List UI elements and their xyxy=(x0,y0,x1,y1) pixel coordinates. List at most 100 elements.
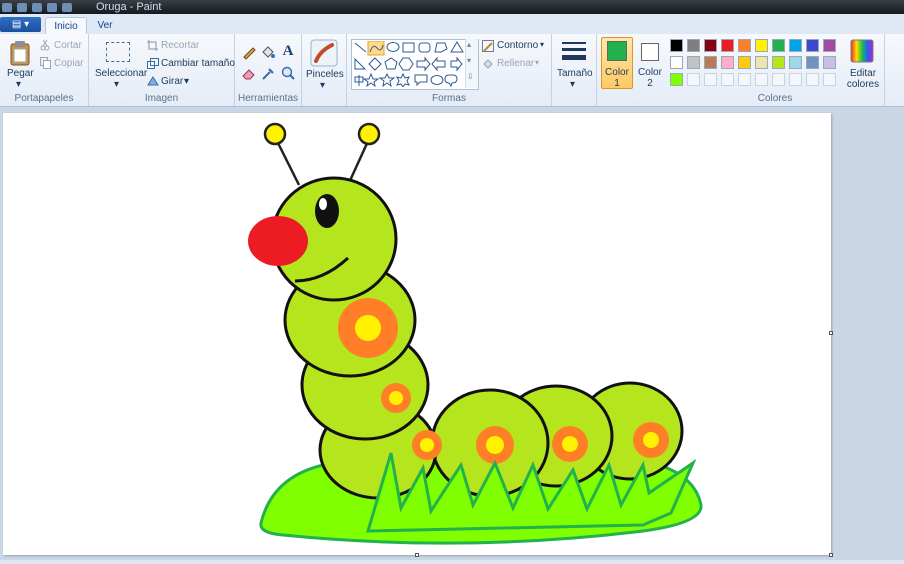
resize-handle-right[interactable] xyxy=(829,331,833,335)
palette-swatch[interactable] xyxy=(772,56,785,69)
palette-swatch[interactable] xyxy=(755,56,768,69)
pencil-icon[interactable] xyxy=(241,44,257,60)
palette-swatch[interactable] xyxy=(738,56,751,69)
color1-swatch[interactable] xyxy=(607,41,627,61)
palette-swatch[interactable] xyxy=(789,39,802,52)
rotate-button[interactable]: Girar xyxy=(161,76,183,87)
shapes-scroll-up-icon[interactable]: ▴ xyxy=(467,40,471,49)
palette-swatch[interactable] xyxy=(755,39,768,52)
palette-swatch[interactable] xyxy=(704,39,717,52)
drawing-canvas[interactable] xyxy=(3,113,831,555)
shapes-gallery-icons[interactable] xyxy=(353,41,475,87)
size-icon[interactable] xyxy=(560,40,588,64)
save-icon[interactable] xyxy=(17,2,27,12)
palette-swatch[interactable] xyxy=(823,56,836,69)
brushes-icon[interactable] xyxy=(310,39,338,67)
select-icon[interactable] xyxy=(106,42,130,62)
brushes-group: Pinceles ▾ xyxy=(302,34,347,106)
tools-group: A Herramientas xyxy=(235,34,302,106)
color1-label: Color 1 xyxy=(605,67,629,89)
canvas-area[interactable] xyxy=(0,107,904,564)
paste-dropdown-icon[interactable]: ▾ xyxy=(16,79,21,90)
tools-group-label: Herramientas xyxy=(237,93,299,104)
clipboard-group-label: Portapapeles xyxy=(14,93,74,104)
palette-swatch[interactable] xyxy=(738,73,751,86)
color2-swatch[interactable] xyxy=(641,43,659,61)
brushes-dropdown-icon[interactable]: ▾ xyxy=(320,80,325,91)
rotate-dropdown-icon[interactable]: ▾ xyxy=(184,76,189,87)
colors-group-label: Colores xyxy=(757,93,793,104)
palette-swatch[interactable] xyxy=(670,39,683,52)
fill-icon xyxy=(483,59,493,69)
size-button[interactable]: Tamaño xyxy=(557,68,593,79)
tab-home[interactable]: Inicio xyxy=(45,17,87,35)
magnifier-icon[interactable] xyxy=(280,65,296,81)
palette-swatch[interactable] xyxy=(721,56,734,69)
paste-icon[interactable] xyxy=(9,40,31,66)
fill-dropdown-icon[interactable]: ▾ xyxy=(535,58,539,67)
shapes-scroll-down-icon[interactable]: ▾ xyxy=(467,56,471,65)
palette-swatch[interactable] xyxy=(687,56,700,69)
fill-bucket-icon[interactable] xyxy=(260,44,276,60)
palette-swatch[interactable] xyxy=(670,56,683,69)
palette-swatch[interactable] xyxy=(721,39,734,52)
outline-button[interactable]: Contorno xyxy=(497,40,538,51)
active-colors: Color 1 Color 2 xyxy=(597,34,665,106)
palette-swatch[interactable] xyxy=(806,39,819,52)
edit-colors-icon[interactable] xyxy=(850,39,874,63)
size-dropdown-icon[interactable]: ▾ xyxy=(570,79,575,90)
crop-button[interactable]: Recortar xyxy=(161,40,199,51)
palette-swatch[interactable] xyxy=(687,73,700,86)
crop-icon xyxy=(147,40,158,51)
brushes-button[interactable]: Pinceles xyxy=(306,69,344,80)
palette-swatch[interactable] xyxy=(789,56,802,69)
copy-icon xyxy=(40,57,51,69)
image-group: Seleccionar ▾ Recortar Cambiar tamaño Gi… xyxy=(89,34,235,106)
qat-dropdown-icon[interactable] xyxy=(62,2,72,12)
palette-swatch[interactable] xyxy=(823,39,836,52)
shapes-group: ▴ ▾ ⇩ Contorno ▾ Rellenar ▾ Formas xyxy=(347,34,552,106)
clipboard-group: Pegar ▾ Cortar Copiar Portapapeles xyxy=(0,34,89,106)
palette-swatch[interactable] xyxy=(738,39,751,52)
title-bar: Oruga - Paint xyxy=(0,0,904,14)
text-tool-icon[interactable]: A xyxy=(280,43,296,59)
fill-button[interactable]: Rellenar xyxy=(497,58,534,69)
cut-button[interactable]: Cortar xyxy=(54,40,82,51)
palette-swatch[interactable] xyxy=(772,39,785,52)
palette-swatch[interactable] xyxy=(670,73,683,86)
shapes-expand-icon[interactable]: ⇩ xyxy=(467,72,474,81)
file-menu-button[interactable]: ▤ ▾ xyxy=(0,17,41,32)
resize-handle-bottom[interactable] xyxy=(415,553,419,557)
color2-label[interactable]: Color 2 xyxy=(635,67,665,89)
paste-button[interactable]: Pegar xyxy=(7,68,34,79)
palette-swatch[interactable] xyxy=(687,39,700,52)
colors-group: Editar colores Colores xyxy=(666,34,885,106)
palette-swatch[interactable] xyxy=(772,73,785,86)
select-button[interactable]: Seleccionar xyxy=(95,68,147,79)
palette-swatch[interactable] xyxy=(789,73,802,86)
resize-handle-corner[interactable] xyxy=(829,553,833,557)
copy-button[interactable]: Copiar xyxy=(54,58,83,69)
resize-button[interactable]: Cambiar tamaño xyxy=(161,58,235,69)
palette-swatch[interactable] xyxy=(806,73,819,86)
tab-view[interactable]: Ver xyxy=(89,17,121,34)
image-group-label: Imagen xyxy=(144,93,179,104)
palette-swatch[interactable] xyxy=(704,56,717,69)
undo-icon[interactable] xyxy=(32,2,42,12)
caterpillar-drawing xyxy=(248,122,703,545)
edit-colors-button[interactable]: Editar colores xyxy=(844,68,882,90)
palette-swatch[interactable] xyxy=(704,73,717,86)
palette-swatch[interactable] xyxy=(823,73,836,86)
palette-swatch[interactable] xyxy=(755,73,768,86)
palette-swatch[interactable] xyxy=(721,73,734,86)
eraser-icon[interactable] xyxy=(241,65,257,81)
color-picker-icon[interactable] xyxy=(260,65,276,81)
quick-access-toolbar xyxy=(2,1,72,13)
app-icon[interactable] xyxy=(2,2,12,12)
palette-swatch[interactable] xyxy=(806,56,819,69)
select-dropdown-icon[interactable]: ▾ xyxy=(114,79,119,90)
redo-icon[interactable] xyxy=(47,2,57,12)
outline-dropdown-icon[interactable]: ▾ xyxy=(540,40,544,49)
window-title: Oruga - Paint xyxy=(96,1,162,13)
status-bar xyxy=(0,560,904,564)
